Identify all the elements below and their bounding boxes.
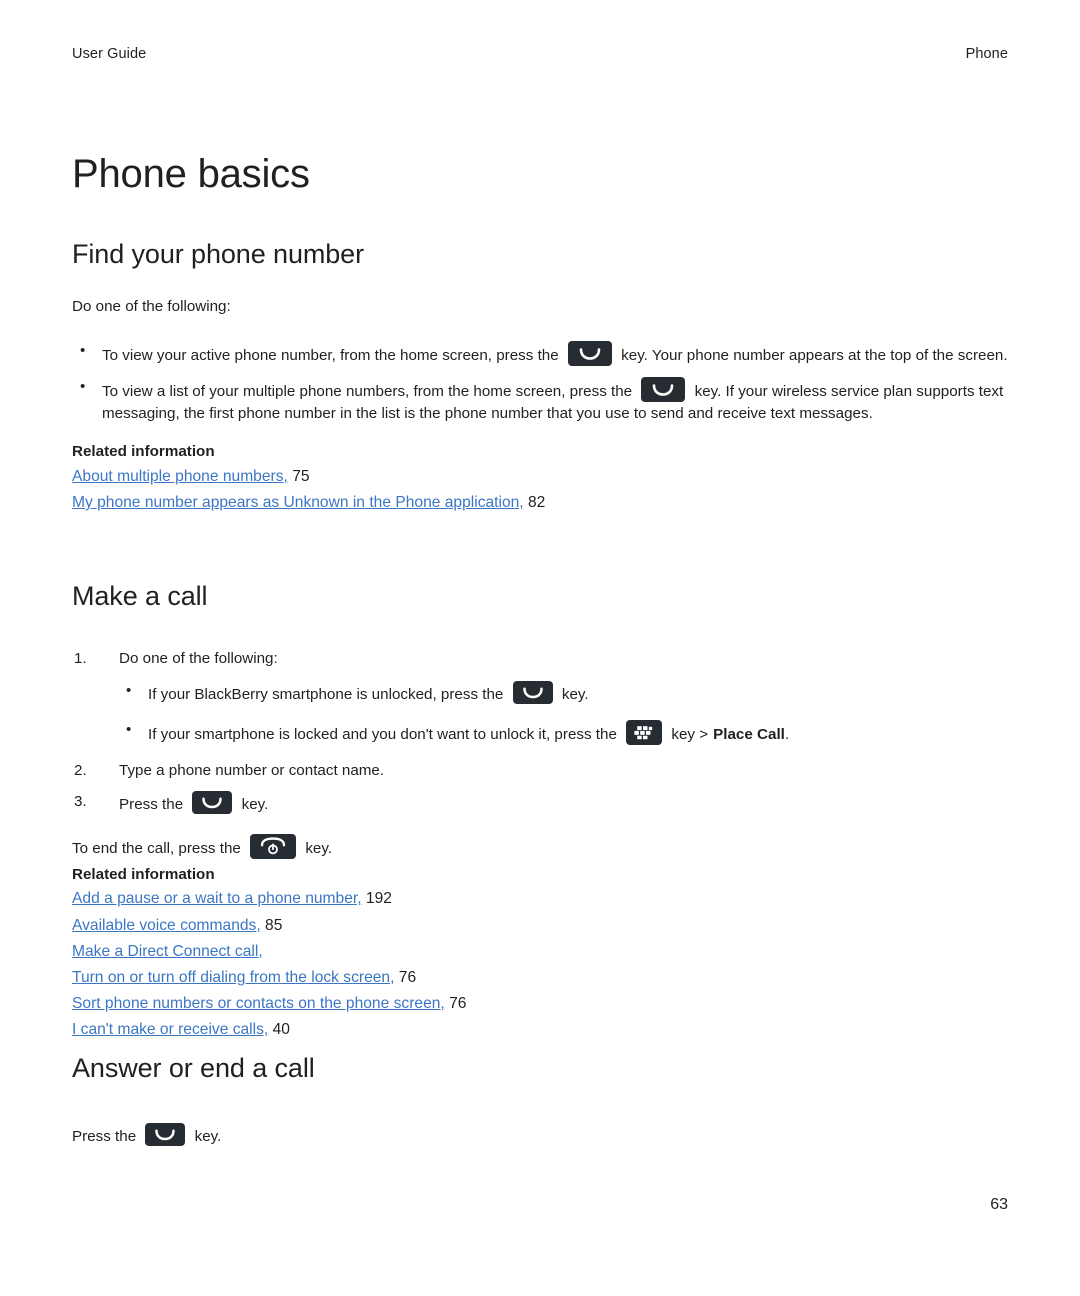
related-link[interactable]: My phone number appears as Unknown in th… [72,494,524,511]
section-heading-make-a-call: Make a call [72,581,208,611]
running-header-right: Phone [965,46,1008,62]
send-key-icon [641,376,686,402]
related-link-page: 40 [272,1021,290,1039]
send-key-icon [567,340,612,366]
end-call-text-after-icon: key. [305,840,333,858]
bullet-text-after-icon: key. Your phone number appears at the to… [621,346,1008,364]
related-link[interactable]: Turn on or turn off dialing from the loc… [72,969,394,986]
list-item: To view your active phone number, from t… [72,340,1008,368]
page-title: Phone basics [72,152,310,196]
related-link[interactable]: I can't make or receive calls, [72,1021,268,1038]
section-find-your-phone-number: Find your phone number Do one of the fol… [72,238,1008,516]
list-item: If your smartphone is locked and you don… [119,719,1008,747]
bullet-text-after-icon: key > [671,725,709,743]
end-call-instruction: To end the call, press the key. [72,834,1008,861]
bullet-text-before-icon: To view a list of your multiple phone nu… [102,382,633,400]
related-link-page: 82 [527,494,546,512]
running-header-left: User Guide [72,46,147,62]
list-item: 3. Press the key. [72,790,1008,817]
step-number: 3. [74,792,87,810]
related-information-heading: Related information [72,865,215,883]
section-heading-find-phone-number: Find your phone number [72,239,364,269]
related-link[interactable]: Make a Direct Connect call, [72,943,263,960]
find-phone-number-intro: Do one of the following: [72,298,231,316]
answer-call-instruction: Press the key. [72,1123,1008,1149]
related-information-block-2: Related information Add a pause or a wai… [72,863,1008,1044]
related-link[interactable]: Add a pause or a wait to a phone number, [72,890,362,907]
related-link-page: 75 [292,467,310,485]
related-link-page: 76 [449,995,467,1013]
end-call-text-before-icon: To end the call, press the [72,840,241,858]
step-number: 2. [74,761,87,779]
page-number: 63 [990,1196,1008,1213]
bullet-text-before-icon: If your smartphone is locked and you don… [148,725,617,743]
list-item: I can't make or receive calls, 40 [72,1017,1008,1043]
document-page: User Guide Phone Phone basics Find your … [0,0,1080,1296]
step-text: Type a phone number or contact name. [119,761,385,779]
send-key-icon [192,790,233,814]
bullet-text-before-icon: To view your active phone number, from t… [102,346,559,364]
find-phone-number-bullets: To view your active phone number, from t… [72,340,1008,427]
list-item: To view a list of your multiple phone nu… [72,376,1008,427]
related-link[interactable]: About multiple phone numbers, [72,468,288,485]
related-link-page: 192 [365,890,392,908]
list-item: Add a pause or a wait to a phone number,… [72,886,1008,912]
list-item: About multiple phone numbers, 75 [72,464,1008,490]
list-item: My phone number appears as Unknown in th… [72,490,1008,516]
step-text-after-icon: key. [241,795,269,813]
list-item: If your BlackBerry smartphone is unlocke… [119,680,1008,707]
related-information-heading: Related information [72,443,215,461]
bullet-text-before-icon: If your BlackBerry smartphone is unlocke… [148,686,504,704]
send-key-icon [145,1123,186,1147]
step-text-before-icon: Press the [119,795,184,813]
press-text-before-icon: Press the [72,1128,137,1146]
section-heading-answer-or-end-a-call: Answer or end a call [72,1053,315,1083]
section-make-a-call: Make a call 1. Do one of the following: … [72,580,1008,1044]
place-call-emphasis: Place Call [713,725,785,743]
press-text-after-icon: key. [194,1128,222,1146]
running-header: User Guide Phone [72,46,1008,62]
related-link[interactable]: Sort phone numbers or contacts on the ph… [72,995,445,1012]
list-item: Turn on or turn off dialing from the loc… [72,965,1008,991]
make-a-call-sub-bullets: If your BlackBerry smartphone is unlocke… [119,680,1008,747]
related-link-page: 76 [398,969,417,986]
section-answer-or-end-a-call: Answer or end a call Press the key. [72,1052,1008,1149]
list-item: Available voice commands, 85 [72,913,1008,939]
related-links-list: About multiple phone numbers, 75 My phon… [72,464,1008,516]
list-item: Make a Direct Connect call, [72,939,1008,965]
related-information-block-1: Related information About multiple phone… [72,440,1008,516]
list-item: 2. Type a phone number or contact name. [72,760,1008,783]
list-item: Sort phone numbers or contacts on the ph… [72,991,1008,1017]
related-link[interactable]: Available voice commands, [72,917,261,934]
bullet-text-after-icon: key. [561,686,589,704]
list-item: 1. Do one of the following: If your Blac… [72,648,1008,746]
related-links-list: Add a pause or a wait to a phone number,… [72,886,1008,1043]
related-link-page: 85 [265,916,283,934]
step-number: 1. [74,650,87,668]
blackberry-menu-key-icon [626,719,663,745]
step-text: Do one of the following: [119,650,278,668]
sentence-period: . [784,725,790,743]
send-key-icon [512,681,553,705]
end-call-key-icon [250,834,297,860]
make-a-call-steps: 1. Do one of the following: If your Blac… [72,648,1008,816]
